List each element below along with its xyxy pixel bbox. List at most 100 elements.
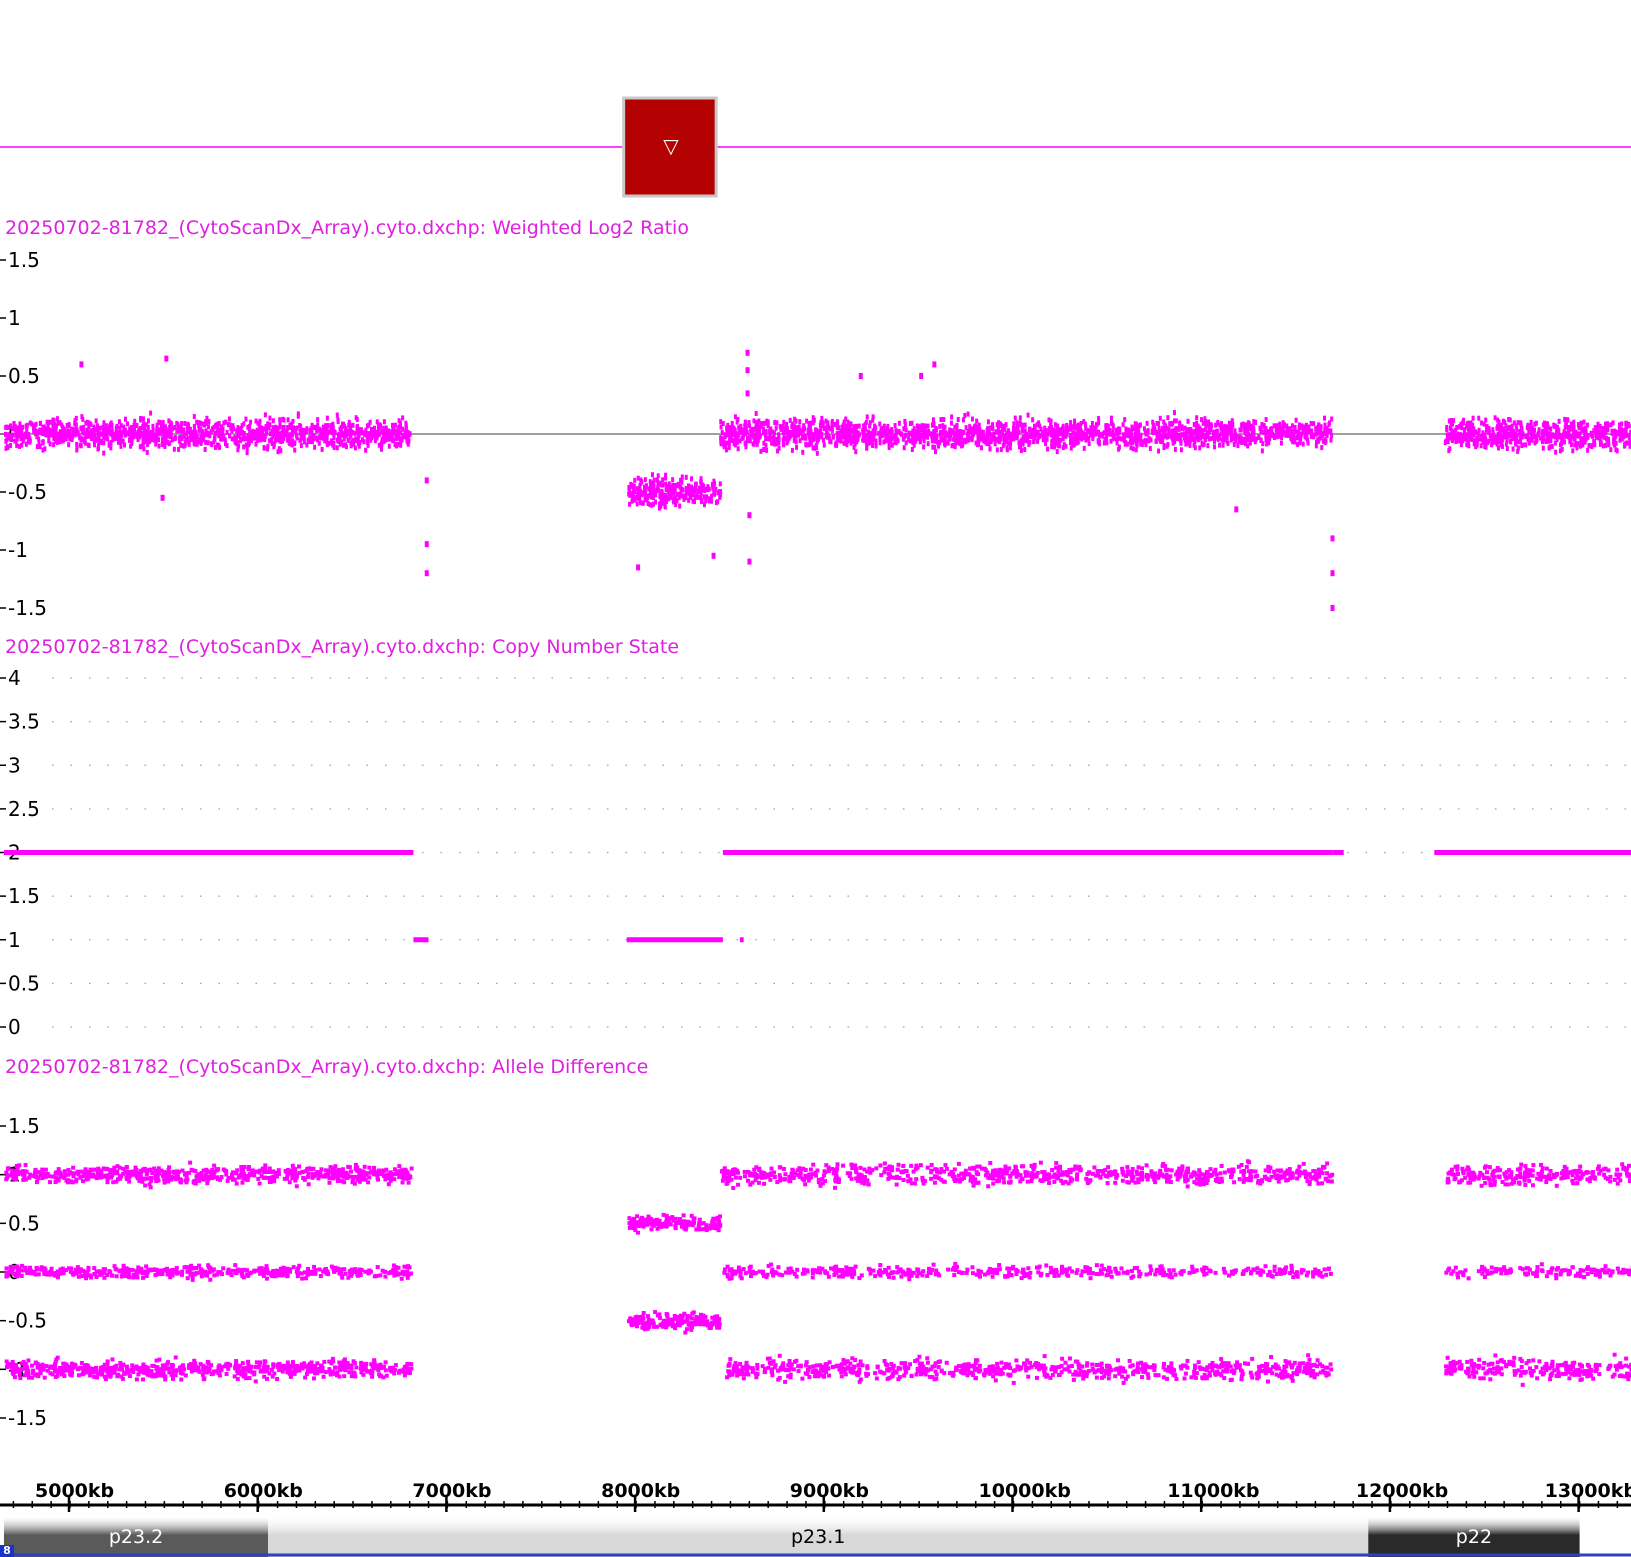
- log2-point: [802, 433, 806, 439]
- allele-point: [374, 1172, 379, 1177]
- log2-point: [1296, 429, 1300, 435]
- allele-point: [23, 1265, 28, 1270]
- allele-point: [87, 1171, 92, 1176]
- log2-point: [276, 425, 280, 431]
- log2-point: [650, 472, 654, 478]
- log2-outlier: [424, 570, 429, 577]
- allele-point: [194, 1271, 199, 1276]
- log2-point: [1483, 443, 1487, 449]
- log2-point: [1240, 422, 1244, 428]
- y-tick-label: 1: [8, 306, 21, 330]
- log2-outlier: [1330, 535, 1335, 542]
- log2-point: [1493, 435, 1497, 441]
- log2-point: [1201, 420, 1205, 426]
- log2-point: [1133, 421, 1137, 427]
- allele-difference-track-title: 20250702-81782_(CytoScanDx_Array).cyto.d…: [5, 1056, 648, 1078]
- log2-point: [912, 426, 916, 432]
- log2-point: [744, 419, 748, 425]
- log2-point: [976, 436, 980, 442]
- log2-point: [1168, 421, 1172, 427]
- log2-point: [966, 411, 970, 417]
- log2-point: [649, 481, 653, 487]
- log2-point: [1514, 441, 1518, 447]
- log2-point: [706, 485, 710, 491]
- allele-point: [340, 1275, 345, 1280]
- log2-point: [1323, 422, 1327, 428]
- log2-point: [934, 449, 938, 455]
- log2-point: [1186, 428, 1190, 434]
- allele-point: [136, 1268, 141, 1273]
- allele-point: [122, 1268, 127, 1273]
- log2-point: [316, 417, 320, 423]
- log2-point: [1515, 433, 1519, 439]
- allele-point: [403, 1167, 408, 1172]
- log2-point: [167, 418, 171, 424]
- log2-point: [826, 420, 830, 426]
- log2-point: [997, 430, 1001, 436]
- log2-point: [1554, 449, 1558, 455]
- allele-point: [123, 1169, 128, 1174]
- log2-point: [67, 442, 71, 448]
- log2-point: [319, 431, 323, 437]
- log2-point: [141, 442, 145, 448]
- log2-point: [790, 447, 794, 453]
- log2-point: [848, 425, 852, 431]
- allele-point: [144, 1264, 149, 1269]
- log2-point: [1037, 433, 1041, 439]
- allele-point: [344, 1170, 349, 1175]
- log2-point: [1005, 430, 1009, 436]
- log2-point: [1447, 418, 1451, 424]
- allele-point: [364, 1171, 369, 1176]
- allele-point: [28, 1173, 33, 1178]
- log2-point: [890, 442, 894, 448]
- log2-point: [669, 494, 673, 500]
- allele-point: [71, 1174, 76, 1179]
- log2-point: [1102, 440, 1106, 446]
- log2-point: [361, 437, 365, 443]
- allele-point: [167, 1175, 172, 1180]
- allele-difference-track: 20250702-81782_(CytoScanDx_Array).cyto.d…: [0, 1056, 1631, 1430]
- log2-point: [1097, 416, 1101, 422]
- log2-point: [239, 425, 243, 431]
- allele-point: [294, 1269, 299, 1274]
- allele-point: [381, 1168, 386, 1173]
- log2-point: [336, 419, 340, 425]
- allele-point: [130, 1267, 135, 1272]
- y-tick-label: 0.5: [8, 971, 40, 995]
- y-tick-label: 1.5: [8, 1114, 40, 1138]
- allele-point: [205, 1273, 210, 1278]
- allele-point: [380, 1268, 385, 1273]
- log2-point: [930, 422, 934, 428]
- log2-point: [252, 433, 256, 439]
- allele-point: [398, 1271, 403, 1276]
- log2-point: [110, 432, 114, 438]
- log2-point: [1123, 417, 1127, 423]
- log2-point: [1604, 429, 1608, 435]
- log2-point: [1217, 433, 1221, 439]
- log2-point: [656, 473, 660, 479]
- allele-point: [212, 1163, 217, 1168]
- allele-point: [22, 1169, 27, 1174]
- log2-point: [865, 414, 869, 420]
- log2-point: [1166, 442, 1170, 448]
- log2-point: [92, 428, 96, 434]
- log2-point: [902, 445, 906, 451]
- log2-point: [805, 418, 809, 424]
- log2-point: [14, 438, 18, 444]
- allele-point: [234, 1181, 239, 1186]
- log2-point: [87, 424, 91, 430]
- allele-point: [406, 1173, 411, 1178]
- log2-point: [1068, 440, 1072, 446]
- triangle-down-icon[interactable]: ▽: [663, 134, 679, 158]
- log2-point: [322, 433, 326, 439]
- allele-point: [297, 1263, 302, 1268]
- log2-point: [861, 437, 865, 443]
- allele-point: [319, 1167, 324, 1172]
- log2-point: [1177, 426, 1181, 432]
- log2-point: [652, 477, 656, 483]
- log2-point: [168, 440, 172, 446]
- log2-point: [1267, 429, 1271, 435]
- allele-point: [381, 1173, 386, 1178]
- log2-point: [344, 444, 348, 450]
- log2-point: [1206, 443, 1210, 449]
